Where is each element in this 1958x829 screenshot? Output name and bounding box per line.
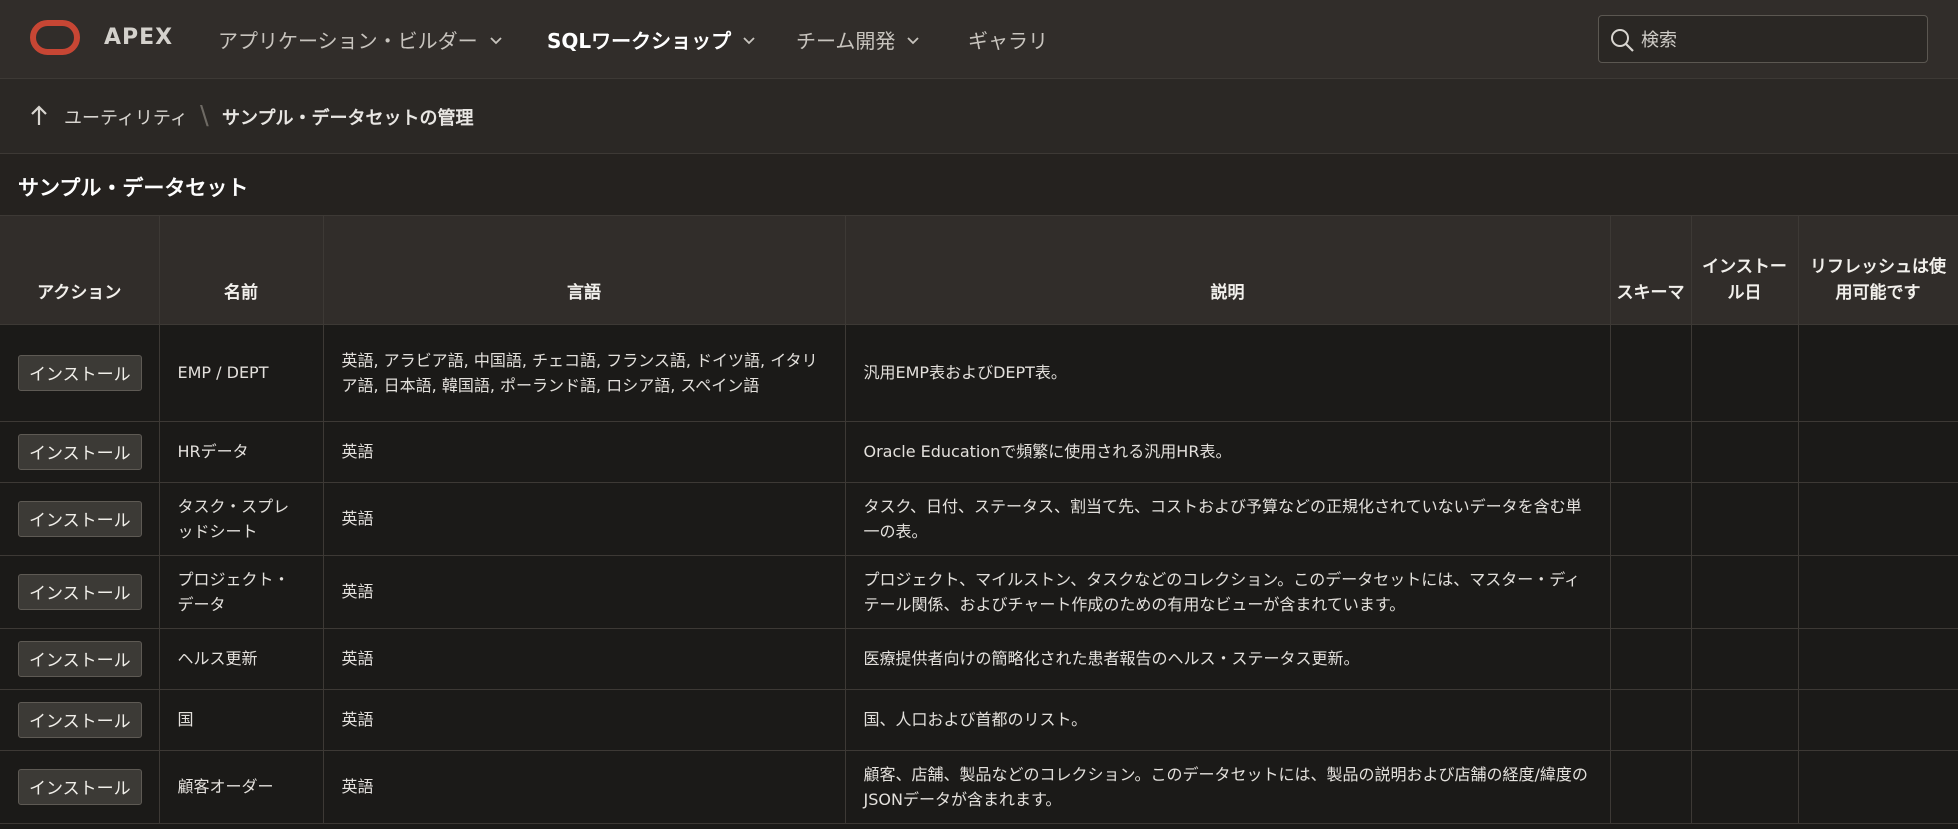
breadcrumb-parent-link[interactable]: ユーティリティ	[64, 104, 188, 130]
arrow-up-icon[interactable]	[28, 104, 50, 128]
column-header-action[interactable]: アクション	[0, 216, 160, 325]
column-header-schema[interactable]: スキーマ	[1610, 216, 1692, 325]
refresh-cell	[1798, 628, 1958, 690]
install-date-cell	[1691, 324, 1799, 422]
table-row: インストール タスク・スプレッドシート 英語 タスク、日付、ステータス、割当て先…	[0, 482, 1958, 556]
description-cell: Oracle Educationで頻繁に使用される汎用HR表。	[845, 421, 1611, 483]
install-button[interactable]: インストール	[18, 640, 142, 677]
refresh-cell	[1798, 324, 1958, 422]
install-date-cell	[1691, 750, 1799, 824]
nav-gallery[interactable]: ギャラリ	[968, 25, 1048, 54]
refresh-cell	[1798, 555, 1958, 629]
install-button[interactable]: インストール	[18, 500, 142, 537]
language-cell: 英語	[323, 421, 846, 483]
search-input[interactable]	[1639, 26, 1923, 54]
chevron-down-icon	[489, 36, 502, 44]
schema-cell	[1610, 324, 1692, 422]
schema-cell	[1610, 628, 1692, 690]
name-cell: ヘルス更新	[159, 628, 324, 690]
description-cell: 国、人口および首都のリスト。	[845, 689, 1611, 751]
nav-sql-workshop[interactable]: SQLワークショップ	[547, 25, 757, 54]
search-icon	[1611, 29, 1634, 52]
description-cell: プロジェクト、マイルストン、タスクなどのコレクション。このデータセットには、マス…	[845, 555, 1611, 629]
app-logo-text[interactable]: APEX	[104, 25, 173, 50]
refresh-cell	[1798, 689, 1958, 751]
schema-cell	[1610, 750, 1692, 824]
action-cell: インストール	[0, 482, 160, 556]
table-row: インストール ヘルス更新 英語 医療提供者向けの簡略化された患者報告のヘルス・ス…	[0, 628, 1958, 690]
table-row: インストール EMP / DEPT 英語, アラビア語, 中国語, チェコ語, …	[0, 324, 1958, 422]
install-date-cell	[1691, 555, 1799, 629]
action-cell: インストール	[0, 555, 160, 629]
schema-cell	[1610, 421, 1692, 483]
name-cell: HRデータ	[159, 421, 324, 483]
install-date-cell	[1691, 421, 1799, 483]
action-cell: インストール	[0, 421, 160, 483]
nav-team-development-label: チーム開発	[796, 29, 896, 53]
region-header: サンプル・データセット	[0, 154, 1958, 216]
schema-cell	[1610, 482, 1692, 556]
description-cell: 顧客、店舗、製品などのコレクション。このデータセットには、製品の説明および店舗の…	[845, 750, 1611, 824]
table-header-row: アクション 名前 言語 説明 スキーマ インストール日 リフレッシュは使用可能で…	[0, 216, 1958, 325]
column-header-language[interactable]: 言語	[323, 216, 846, 325]
breadcrumb: ユーティリティ \ サンプル・データセットの管理	[0, 79, 1958, 154]
language-cell: 英語	[323, 689, 846, 751]
install-date-cell	[1691, 689, 1799, 751]
table-row: インストール HRデータ 英語 Oracle Educationで頻繁に使用され…	[0, 421, 1958, 483]
table-row: インストール プロジェクト・データ 英語 プロジェクト、マイルストン、タスクなど…	[0, 555, 1958, 629]
chevron-down-icon	[907, 36, 920, 44]
nav-gallery-label: ギャラリ	[968, 29, 1048, 53]
nav-app-builder[interactable]: アプリケーション・ビルダー	[218, 25, 504, 54]
install-button[interactable]: インストール	[18, 573, 142, 610]
oracle-logo-icon[interactable]	[30, 20, 80, 55]
name-cell: タスク・スプレッドシート	[159, 482, 324, 556]
refresh-cell	[1798, 482, 1958, 556]
table-row: インストール 国 英語 国、人口および首都のリスト。	[0, 689, 1958, 751]
chevron-down-icon	[743, 36, 755, 44]
description-cell: 医療提供者向けの簡略化された患者報告のヘルス・ステータス更新。	[845, 628, 1611, 690]
description-cell: タスク、日付、ステータス、割当て先、コストおよび予算などの正規化されていないデー…	[845, 482, 1611, 556]
language-cell: 英語	[323, 555, 846, 629]
language-cell: 英語, アラビア語, 中国語, チェコ語, フランス語, ドイツ語, イタリア語…	[323, 324, 846, 422]
action-cell: インストール	[0, 689, 160, 751]
name-cell: プロジェクト・データ	[159, 555, 324, 629]
install-date-cell	[1691, 628, 1799, 690]
top-header: APEX アプリケーション・ビルダー SQLワークショップ チーム開発 ギャラリ	[0, 0, 1958, 79]
name-cell: EMP / DEPT	[159, 324, 324, 422]
install-button[interactable]: インストール	[18, 354, 142, 391]
breadcrumb-current: サンプル・データセットの管理	[222, 108, 474, 129]
action-cell: インストール	[0, 628, 160, 690]
install-date-cell	[1691, 482, 1799, 556]
page-title: サンプル・データセット	[18, 176, 249, 200]
nav-app-builder-label: アプリケーション・ビルダー	[218, 29, 478, 53]
language-cell: 英語	[323, 628, 846, 690]
install-button[interactable]: インストール	[18, 768, 142, 805]
install-button[interactable]: インストール	[18, 701, 142, 738]
refresh-cell	[1798, 421, 1958, 483]
column-header-name[interactable]: 名前	[159, 216, 324, 325]
schema-cell	[1610, 689, 1692, 751]
language-cell: 英語	[323, 750, 846, 824]
name-cell: 顧客オーダー	[159, 750, 324, 824]
column-header-install-date[interactable]: インストール日	[1691, 216, 1799, 325]
name-cell: 国	[159, 689, 324, 751]
table-row: インストール 顧客オーダー 英語 顧客、店舗、製品などのコレクション。このデータ…	[0, 750, 1958, 824]
column-header-description[interactable]: 説明	[845, 216, 1611, 325]
nav-sql-workshop-label: SQLワークショップ	[547, 29, 732, 53]
action-cell: インストール	[0, 750, 160, 824]
search-box[interactable]	[1598, 15, 1928, 63]
action-cell: インストール	[0, 324, 160, 422]
refresh-cell	[1798, 750, 1958, 824]
install-button[interactable]: インストール	[18, 433, 142, 470]
schema-cell	[1610, 555, 1692, 629]
column-header-refresh[interactable]: リフレッシュは使用可能です	[1798, 216, 1958, 325]
sample-datasets-table: アクション 名前 言語 説明 スキーマ インストール日 リフレッシュは使用可能で…	[0, 216, 1958, 824]
breadcrumb-separator: \	[200, 101, 209, 131]
nav-team-development[interactable]: チーム開発	[796, 25, 921, 54]
language-cell: 英語	[323, 482, 846, 556]
description-cell: 汎用EMP表およびDEPT表。	[845, 324, 1611, 422]
